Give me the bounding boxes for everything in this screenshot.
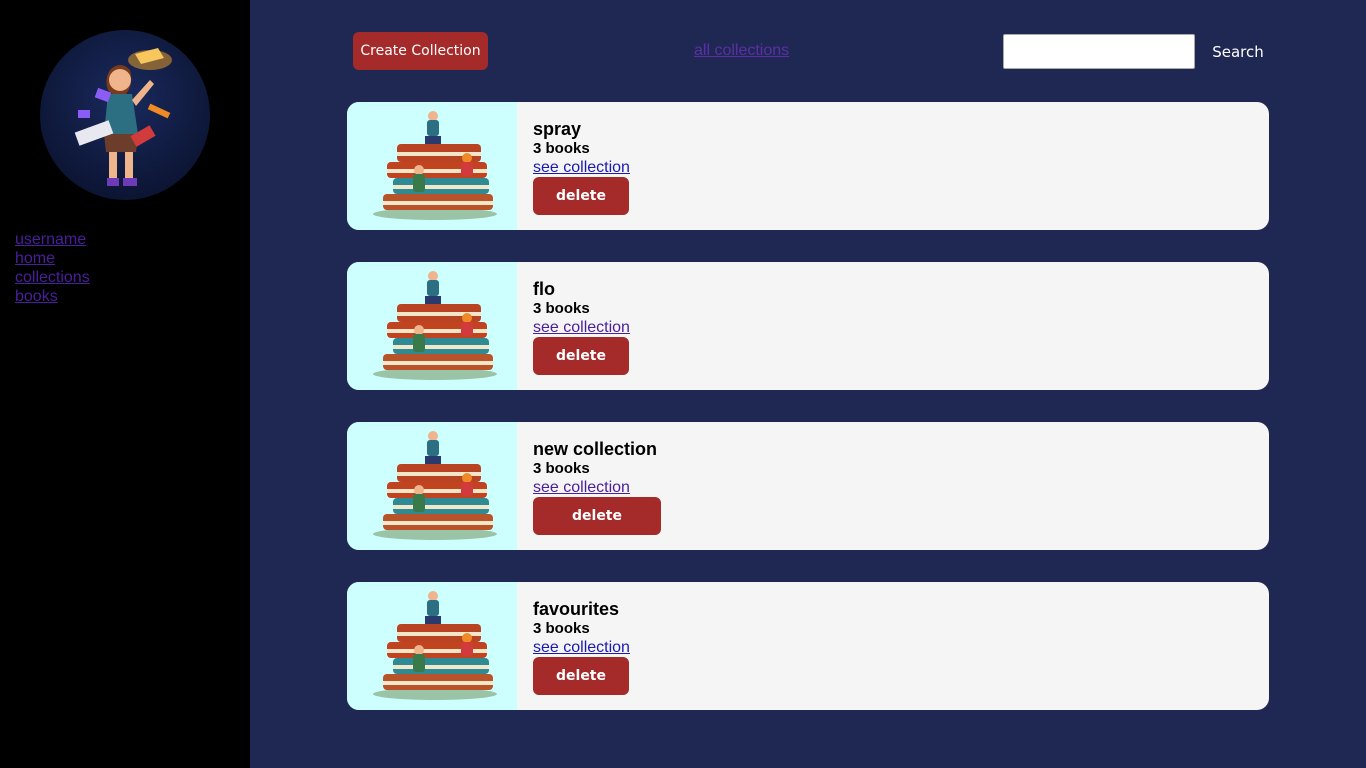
create-collection-button[interactable]: Create Collection xyxy=(353,32,488,70)
collection-cover-image xyxy=(347,262,517,390)
books-stack-illustration xyxy=(373,111,497,220)
sidebar-link-books[interactable]: books xyxy=(15,287,90,306)
collection-info: new collection 3 books see collection de… xyxy=(533,438,661,535)
books-stack-illustration xyxy=(373,271,497,380)
sidebar-link-home[interactable]: home xyxy=(15,249,90,268)
collection-card: favourites 3 books see collection delete xyxy=(347,582,1269,710)
collection-info: favourites 3 books see collection delete xyxy=(533,598,630,695)
see-collection-link[interactable]: see collection xyxy=(533,318,630,337)
collection-cover-image xyxy=(347,422,517,550)
collection-book-count: 3 books xyxy=(533,460,590,477)
books-stack-illustration xyxy=(373,591,497,700)
sidebar-link-collections[interactable]: collections xyxy=(15,268,90,287)
collection-book-count: 3 books xyxy=(533,300,590,317)
collection-info: spray 3 books see collection delete xyxy=(533,118,630,215)
see-collection-link[interactable]: see collection xyxy=(533,158,630,177)
delete-button[interactable]: delete xyxy=(533,337,629,375)
collection-cover-image xyxy=(347,102,517,230)
sidebar-nav: username home collections books xyxy=(15,230,90,306)
main-content: Create Collection all collections Search xyxy=(250,0,1366,768)
collection-title: favourites xyxy=(533,599,620,619)
collection-card: flo 3 books see collection delete xyxy=(347,262,1269,390)
collection-book-count: 3 books xyxy=(533,620,590,637)
avatar xyxy=(40,30,210,200)
delete-button[interactable]: delete xyxy=(533,497,661,535)
collection-title: flo xyxy=(533,279,555,299)
collection-title: spray xyxy=(533,119,582,139)
search-button[interactable]: Search xyxy=(1207,34,1269,69)
collection-title: new collection xyxy=(533,439,658,459)
collection-card: new collection 3 books see collection de… xyxy=(347,422,1269,550)
sidebar: username home collections books xyxy=(0,0,250,768)
delete-button[interactable]: delete xyxy=(533,657,629,695)
collection-cover-image xyxy=(347,582,517,710)
delete-button[interactable]: delete xyxy=(533,177,629,215)
books-stack-illustration xyxy=(373,431,497,540)
search-input[interactable] xyxy=(1003,34,1195,69)
see-collection-link[interactable]: see collection xyxy=(533,638,630,657)
see-collection-link[interactable]: see collection xyxy=(533,478,630,497)
all-collections-link[interactable]: all collections xyxy=(694,42,789,60)
reading-girl-illustration xyxy=(74,48,172,186)
sidebar-link-username[interactable]: username xyxy=(15,230,90,249)
collection-card: spray 3 books see collection delete xyxy=(347,102,1269,230)
collection-info: flo 3 books see collection delete xyxy=(533,278,630,375)
collection-book-count: 3 books xyxy=(533,140,590,157)
